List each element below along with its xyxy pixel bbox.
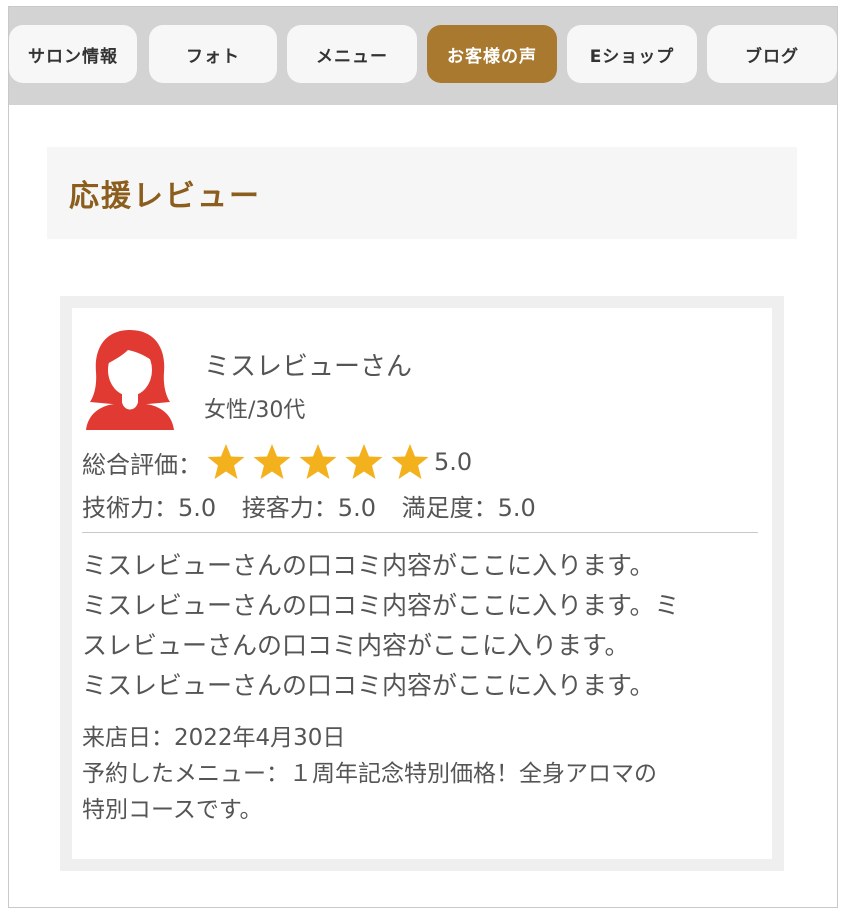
star-rating [206, 442, 436, 482]
visit-info: 来店日：2022年4月30日 予約したメニュー：１周年記念特別価格！全身アロマの… [82, 720, 762, 828]
subscore-satisfaction: 満足度：5.0 [401, 494, 536, 522]
tab-salon-info[interactable]: サロン情報 [9, 25, 137, 83]
star-icon [207, 444, 245, 479]
review-body-line: ミスレビューさんの口コミ内容がここに入ります。ミ [82, 591, 680, 620]
star-icon [391, 444, 429, 479]
review-body-line: スレビューさんの口コミ内容がここに入ります。 [82, 631, 630, 660]
woman-avatar-icon [86, 330, 174, 430]
tab-blog[interactable]: ブログ [707, 25, 837, 83]
star-icon [253, 444, 291, 479]
tab-menu[interactable]: メニュー [287, 25, 417, 83]
overall-rating-row: 総合評価： 5.0 [82, 440, 472, 484]
review-body-line: ミスレビューさんの口コミ内容がここに入ります。 [82, 551, 655, 580]
overall-rating-score: 5.0 [434, 448, 473, 476]
divider [82, 532, 758, 533]
star-icon [345, 444, 383, 479]
reviewer-name: ミスレビューさん [204, 352, 413, 382]
review-body: ミスレビューさんの口コミ内容がここに入ります。 ミスレビューさんの口コミ内容がこ… [82, 546, 762, 706]
reserved-menu-line: 特別コースです。 [82, 797, 263, 823]
visit-date: 来店日：2022年4月30日 [82, 725, 346, 751]
review-card: ミスレビューさん 女性/30代 総合評価： 5.0 技術力：5.0 接客力：5.… [60, 296, 784, 871]
review-card-inner: ミスレビューさん 女性/30代 総合評価： 5.0 技術力：5.0 接客力：5.… [72, 308, 772, 859]
subscore-service: 接客力：5.0 [241, 494, 376, 522]
section-title-box: 応援レビュー [47, 147, 797, 239]
subscore-row: 技術力：5.0 接客力：5.0 満足度：5.0 [82, 488, 554, 523]
page-title: 応援レビュー [69, 179, 261, 214]
reserved-menu-line: 予約したメニュー：１周年記念特別価格！全身アロマの [82, 761, 657, 787]
review-body-line: ミスレビューさんの口コミ内容がここに入ります。 [82, 671, 655, 700]
app-frame: サロン情報 フォト メニュー お客様の声 Eショップ ブログ 応援レビュー ミス… [8, 6, 838, 908]
subscore-technique: 技術力：5.0 [82, 494, 217, 522]
reviewer-demographic: 女性/30代 [204, 398, 306, 423]
tab-photo[interactable]: フォト [149, 25, 277, 83]
overall-rating-label: 総合評価： [82, 450, 202, 479]
tab-eshop[interactable]: Eショップ [567, 25, 697, 83]
nav-tab-bar: サロン情報 フォト メニュー お客様の声 Eショップ ブログ [9, 7, 837, 105]
star-icon [299, 444, 337, 479]
tab-customer-voice[interactable]: お客様の声 [427, 25, 557, 83]
